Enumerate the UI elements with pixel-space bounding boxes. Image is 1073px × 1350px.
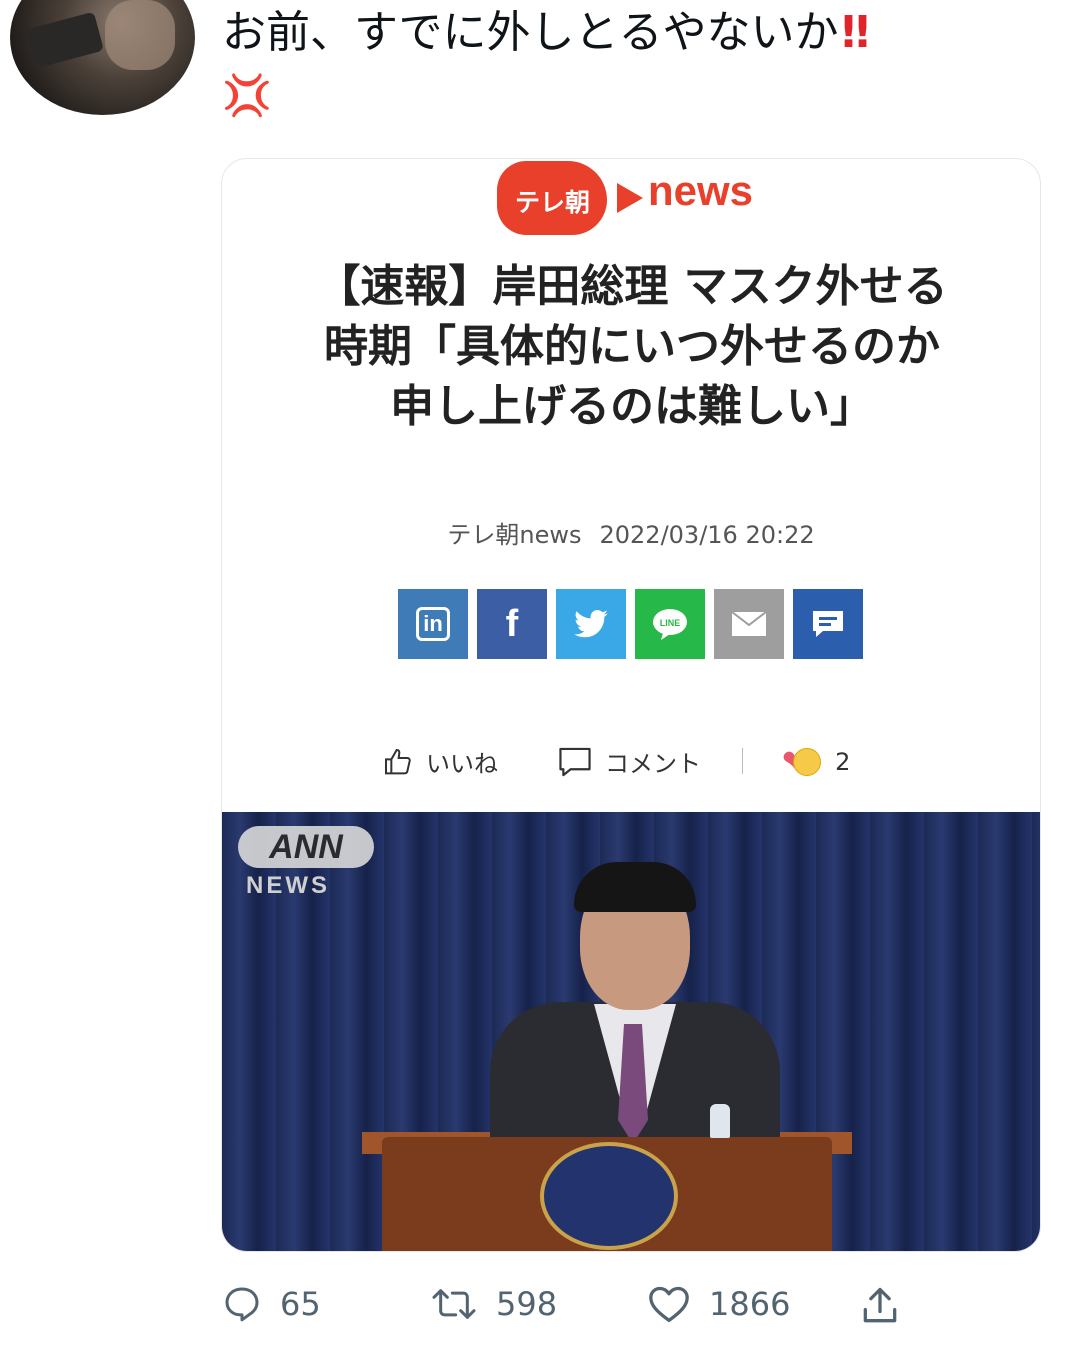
mail-share-button[interactable] (714, 589, 784, 659)
emoji-face-icon (793, 747, 822, 776)
tv-asahi-news-logo: テレ朝 news (497, 159, 767, 247)
like-reaction-button[interactable]: いいね (382, 744, 498, 779)
retweet-count: 598 (496, 1285, 558, 1323)
reaction-summary[interactable]: ❤ 2 (782, 744, 850, 779)
article-photo[interactable]: ANN NEWS (222, 812, 1040, 1251)
retweet-icon (432, 1289, 476, 1319)
tweet-text: お前、すでに外しとるやないか!! 💢 (222, 2, 1022, 127)
share-icon (863, 1287, 897, 1323)
svg-text:LINE: LINE (660, 618, 681, 628)
play-triangle-icon (617, 183, 643, 213)
reaction-count: 2 (835, 747, 851, 776)
article-headline[interactable]: 【速報】岸田総理 マスク外せる 時期「具体的にいつ外せるのか 申し上げるのは難し… (252, 257, 1012, 437)
comment-label: コメント (605, 750, 701, 778)
headline-line: 時期「具体的にいつ外せるのか (324, 321, 940, 372)
retweet-button[interactable]: 598 (430, 1284, 557, 1324)
like-label: いいね (426, 750, 498, 778)
link-card[interactable]: テレ朝 news 【速報】岸田総理 マスク外せる 時期「具体的にいつ外せるのか … (221, 158, 1041, 1252)
avatar-shape (26, 11, 104, 69)
facebook-icon: f (505, 602, 519, 645)
linkedin-share-button[interactable]: in (398, 589, 468, 659)
tweet-body: お前、すでに外しとるやないか (222, 7, 839, 58)
anger-icon: 💢 (222, 73, 272, 119)
article-datetime: 2022/03/16 20:22 (599, 521, 815, 549)
source-name: テレ朝news (447, 521, 582, 549)
ann-news-label: NEWS (246, 872, 330, 899)
thumbs-up-icon (385, 748, 411, 774)
logo-right-text: news (648, 167, 754, 214)
user-avatar[interactable] (10, 0, 195, 115)
headline-line: 申し上げるのは難しい」 (390, 381, 874, 432)
tweet-action-bar: 65 598 1866 (222, 1284, 942, 1334)
line-icon: LINE (653, 609, 687, 640)
comment-icon (559, 747, 591, 776)
logo-left-text: テレ朝 (515, 188, 591, 217)
share-button[interactable] (858, 1284, 902, 1328)
comment-bubble-icon (813, 611, 843, 637)
reply-button[interactable]: 65 (222, 1284, 321, 1324)
linkedin-icon: in (416, 607, 450, 641)
logo-blob: テレ朝 (497, 161, 607, 235)
line-share-button[interactable]: LINE (635, 589, 705, 659)
comment-reaction-button[interactable]: コメント (557, 744, 701, 779)
double-exclamation-icon: !! (838, 7, 872, 58)
water-bottle (710, 1104, 730, 1138)
reply-icon (225, 1287, 259, 1322)
mail-icon (731, 611, 767, 636)
twitter-icon (574, 610, 608, 638)
reaction-row: いいね コメント ❤ 2 (382, 744, 922, 784)
person-hair (574, 862, 696, 912)
like-button[interactable]: 1866 (647, 1284, 790, 1324)
ann-logo: ANN (238, 826, 374, 868)
comment-share-button[interactable] (793, 589, 863, 659)
headline-line: 【速報】岸田総理 マスク外せる (316, 261, 948, 312)
divider (742, 748, 743, 774)
reply-count: 65 (280, 1285, 321, 1323)
twitter-share-button[interactable] (556, 589, 626, 659)
facebook-share-button[interactable]: f (477, 589, 547, 659)
avatar-shape (105, 0, 175, 70)
article-meta: テレ朝news 2022/03/16 20:22 (222, 515, 1040, 550)
like-count: 1866 (709, 1285, 791, 1323)
heart-outline-icon (649, 1286, 689, 1322)
podium-seal (540, 1142, 678, 1250)
